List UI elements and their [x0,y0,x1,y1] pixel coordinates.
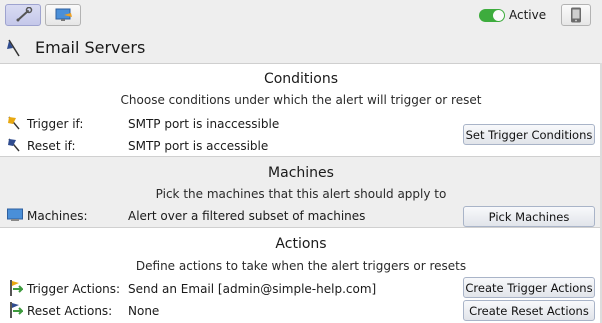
page-title: Email Servers [35,38,146,57]
monitor-icon [55,8,72,21]
machines-monitor-icon [7,208,23,221]
set-trigger-conditions-button[interactable]: Set Trigger Conditions [463,124,595,145]
reset-action-icon [10,302,23,318]
trigger-actions-value: Send an Email [admin@simple-help.com] [128,282,377,296]
trigger-if-value: SMTP port is inaccessible [128,117,280,131]
machines-section: Machines Pick the machines that this ale… [0,156,602,228]
conditions-section: Conditions Choose conditions under which… [0,64,602,156]
create-trigger-actions-button[interactable]: Create Trigger Actions [463,277,595,298]
trigger-actions-label: Trigger Actions: [27,282,121,296]
machines-description: Pick the machines that this alert should… [155,187,447,201]
reset-actions-label: Reset Actions: [27,304,113,318]
machines-title: Machines [268,165,334,181]
pick-machines-button[interactable]: Pick Machines [463,206,595,227]
conditions-title: Conditions [263,71,339,87]
active-label: Active [509,8,547,22]
machines-value: Alert over a filtered subset of machines [128,209,366,223]
toggle-knob [493,10,504,21]
monitor-button[interactable] [45,4,81,26]
phone-icon [571,7,581,23]
title-bar: Email Servers [0,32,602,64]
alert-editor: Active Email Servers Conditions Choose c… [0,0,602,323]
machines-label: Machines: [27,209,88,223]
active-toggle[interactable] [479,9,505,22]
reset-flag-icon [8,138,20,152]
reset-if-label: Reset if: [27,139,76,153]
alert-flag-icon [7,39,20,57]
actions-description: Define actions to take when the alert tr… [135,259,467,273]
reset-actions-value: None [128,304,160,318]
actions-title: Actions [275,236,327,252]
mobile-button[interactable] [561,4,591,26]
conditions-description: Choose conditions under which the alert … [120,93,482,107]
trigger-flag-icon [8,116,20,130]
trigger-action-icon [10,280,23,296]
actions-section: Actions Define actions to take when the … [0,227,602,323]
reset-if-value: SMTP port is accessible [128,139,269,153]
trigger-if-label: Trigger if: [27,117,84,131]
create-reset-actions-button[interactable]: Create Reset Actions [463,300,595,321]
tools-button[interactable] [5,4,41,26]
toolbar: Active [0,0,602,32]
wrench-icon [16,7,33,22]
